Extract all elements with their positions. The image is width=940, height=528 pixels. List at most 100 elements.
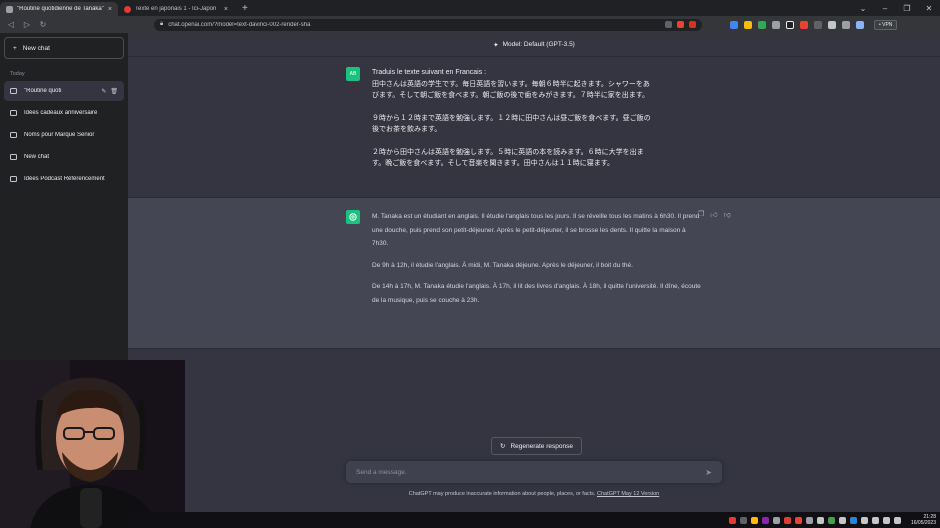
tray-app-icon[interactable] bbox=[816, 516, 824, 524]
reload-icon[interactable]: ↻ bbox=[38, 20, 48, 29]
message-input[interactable] bbox=[356, 468, 706, 476]
tray-app-icon[interactable] bbox=[794, 516, 802, 524]
chatgpt-logo-icon bbox=[346, 210, 360, 224]
message-line: ９時から１２時まで英語を勉強します。１２時に田中さんは昼ご飯を食べます。昼ご飯の bbox=[372, 114, 651, 122]
extension-icon[interactable] bbox=[744, 20, 752, 29]
extension-icon[interactable] bbox=[786, 20, 794, 29]
chat-history-item[interactable]: New chat bbox=[4, 147, 124, 167]
url-text: chat.openai.com/?model=text-davinci-002-… bbox=[168, 21, 311, 28]
model-indicator: ✦ Model: Default (GPT-3.5) bbox=[128, 33, 940, 57]
tab-label: "Routine quotidienne de Tanaka" bbox=[17, 6, 104, 12]
tray-app-icon[interactable] bbox=[849, 516, 857, 524]
webcam-overlay bbox=[0, 360, 185, 528]
sparkle-icon: ✦ bbox=[493, 41, 499, 49]
assistant-message: M. Tanaka est un étudiant en anglais. Il… bbox=[128, 197, 940, 349]
extension-icon[interactable] bbox=[772, 20, 780, 29]
tray-app-icon[interactable] bbox=[860, 516, 868, 524]
chat-history-item[interactable]: Noms pour Marque Senior bbox=[4, 125, 124, 145]
extension-icon[interactable] bbox=[758, 20, 766, 29]
message-composer: ➤ bbox=[346, 461, 722, 483]
thumbs-up-icon[interactable]: 👍︎ bbox=[710, 210, 717, 219]
chat-bubble-icon bbox=[10, 154, 17, 160]
chat-title: Noms pour Marque Senior bbox=[24, 132, 95, 138]
tray-app-icon[interactable] bbox=[871, 516, 879, 524]
browser-tab[interactable]: Texte en japonais 1 - Ici-Japon × bbox=[118, 2, 234, 16]
tray-app-icon[interactable] bbox=[739, 516, 747, 524]
minimize-button[interactable]: – bbox=[874, 4, 896, 13]
extension-icon[interactable] bbox=[677, 21, 684, 28]
tray-app-icon[interactable] bbox=[772, 516, 780, 524]
tray-app-icon[interactable] bbox=[761, 516, 769, 524]
message-line: す。晩ご飯を食べます。そして音楽を聞きます。田中さんは１１時に寝ます。 bbox=[372, 160, 614, 167]
tray-app-icon[interactable] bbox=[805, 516, 813, 524]
regenerate-response-button[interactable]: ↻ Regenerate response bbox=[491, 437, 582, 455]
message-line: 後でお茶を飲みます。 bbox=[372, 126, 442, 133]
forward-icon[interactable]: ▷ bbox=[22, 20, 32, 29]
thumbs-down-icon[interactable]: 👎︎ bbox=[724, 210, 731, 219]
tab-search-icon[interactable]: ⌄ bbox=[852, 4, 874, 13]
chat-history-item[interactable]: Idées Podcast Référencement bbox=[4, 169, 124, 189]
tab-label: Texte en japonais 1 - Ici-Japon bbox=[135, 6, 217, 12]
tab-close-icon[interactable]: × bbox=[224, 6, 228, 13]
chat-history-item[interactable]: "Routine quoti ✎ 🗑︎ bbox=[4, 81, 124, 101]
send-icon[interactable]: ➤ bbox=[705, 468, 712, 477]
wifi-icon[interactable] bbox=[882, 516, 890, 524]
new-tab-button[interactable]: + bbox=[234, 2, 256, 16]
refresh-icon: ↻ bbox=[500, 443, 506, 450]
tab-favicon bbox=[124, 5, 131, 13]
profile-icon[interactable] bbox=[856, 20, 864, 29]
volume-icon[interactable] bbox=[893, 516, 901, 524]
close-window-button[interactable]: ✕ bbox=[918, 4, 940, 13]
history-section-label: Today bbox=[10, 71, 25, 77]
chat-bubble-icon bbox=[10, 132, 17, 138]
extension-icon[interactable] bbox=[689, 21, 696, 28]
os-taskbar: 21:28 16/05/2023 bbox=[128, 512, 940, 528]
puzzle-icon[interactable] bbox=[828, 20, 836, 29]
browser-tab-active[interactable]: "Routine quotidienne de Tanaka" × bbox=[0, 2, 118, 16]
user-message-body: Traduis le texte suivant en Francais : 田… bbox=[372, 67, 692, 197]
sidebar-icon[interactable] bbox=[842, 20, 850, 29]
chat-bubble-icon bbox=[10, 88, 17, 94]
assistant-paragraph: De 14h à 17h, M. Tanaka étudie l'anglais… bbox=[372, 283, 701, 304]
back-icon[interactable]: ◁ bbox=[6, 20, 16, 29]
tray-app-icon[interactable] bbox=[827, 516, 835, 524]
chat-bubble-icon bbox=[10, 110, 17, 116]
vpn-badge[interactable]: • VPN bbox=[874, 19, 898, 30]
edit-icon[interactable]: ✎ bbox=[101, 88, 106, 95]
chat-title: New chat bbox=[24, 154, 50, 160]
message-line: 田中さんは英語の学生です。毎日英語を習います。毎朝６時半に起きます。シャワーをあ bbox=[372, 80, 650, 88]
presenter-video-image bbox=[0, 360, 185, 528]
user-message: AB Traduis le texte suivant en Francais … bbox=[128, 57, 940, 197]
extension-icon[interactable] bbox=[800, 20, 808, 29]
new-chat-label: New chat bbox=[22, 44, 50, 52]
taskbar-clock[interactable]: 21:28 16/05/2023 bbox=[911, 514, 936, 526]
chat-title-edit-input[interactable]: "Routine quoti bbox=[24, 88, 94, 94]
clock-date: 16/05/2023 bbox=[910, 520, 936, 526]
assistant-paragraph: M. Tanaka est un étudiant en anglais. Il… bbox=[372, 213, 700, 247]
extension-icon[interactable] bbox=[730, 20, 738, 29]
model-label: Model: Default (GPT-3.5) bbox=[502, 41, 575, 48]
tray-app-icon[interactable] bbox=[783, 516, 791, 524]
chat-title: Idées cadeaux anniversaire bbox=[24, 110, 98, 116]
tray-app-icon[interactable] bbox=[728, 516, 736, 524]
new-chat-button[interactable]: + New chat bbox=[4, 37, 124, 59]
chat-actions: ✎ 🗑︎ bbox=[101, 88, 118, 95]
address-bar[interactable]: 🔒︎ chat.openai.com/?model=text-davinci-0… bbox=[154, 18, 702, 31]
maximize-button[interactable]: ❐ bbox=[896, 4, 918, 13]
extension-icons: • VPN bbox=[730, 19, 898, 30]
openai-knot-icon bbox=[349, 213, 357, 221]
trash-icon[interactable]: 🗑︎ bbox=[110, 88, 118, 95]
tab-close-icon[interactable]: × bbox=[108, 6, 112, 13]
chat-history-item[interactable]: Idées cadeaux anniversaire bbox=[4, 103, 124, 123]
tray-app-icon[interactable] bbox=[750, 516, 758, 524]
disclaimer-text: ChatGPT may produce inaccurate informati… bbox=[408, 491, 596, 497]
copy-icon[interactable]: ❐ bbox=[698, 210, 704, 219]
browser-toolbar: ◁ ▷ ↻ 🔒︎ chat.openai.com/?model=text-dav… bbox=[0, 16, 940, 33]
message-line: ２時から田中さんは英語を勉強します。５時に英語の本を読みます。６時に大学を出ま bbox=[372, 148, 644, 156]
extension-icon[interactable] bbox=[814, 20, 822, 29]
version-link[interactable]: ChatGPT May 12 Version bbox=[597, 491, 659, 497]
feedback-actions: ❐ 👍︎ 👎︎ bbox=[698, 210, 731, 219]
lock-icon: 🔒︎ bbox=[160, 21, 164, 27]
share-icon[interactable] bbox=[665, 21, 672, 28]
tray-app-icon[interactable] bbox=[838, 516, 846, 524]
